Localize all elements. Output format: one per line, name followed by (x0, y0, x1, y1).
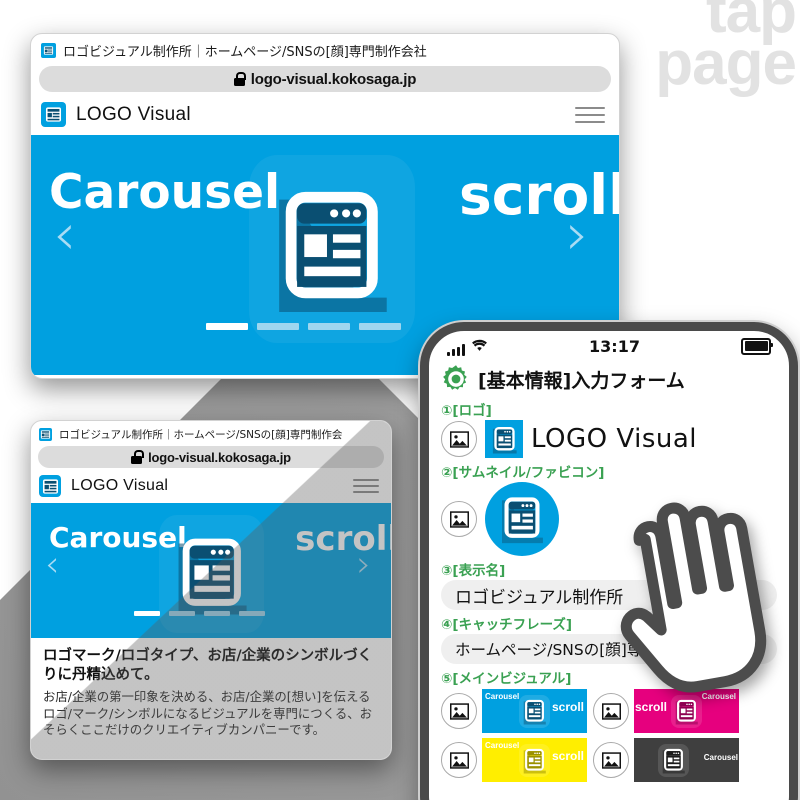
carousel-word-right: scroll (295, 519, 391, 559)
carousel-next-arrow[interactable]: › (357, 547, 371, 583)
site-header-bottom: LOGO Visual (31, 472, 391, 503)
image-picker-icon[interactable] (441, 742, 477, 778)
field-display-name: ③[表示名] ロゴビジュアル制作所 (429, 557, 789, 611)
site-header-top: LOGO Visual (31, 97, 619, 135)
field-catchphrase: ④[キャッチフレーズ] ホームページ/SNSの[顔]専門制作会社 (429, 611, 789, 665)
main-visual-thumbnail-grid: Carousel scroll Carousel scroll Carousel… (429, 689, 789, 782)
phone-mockup: 13:17 [基本情報]入力フォーム ①[ロゴ] LOGO Visual ②[サ… (420, 322, 798, 800)
browser-tab-bottom[interactable]: ロゴビジュアル制作所｜ホームページ/SNSの[顔]専門制作会 (31, 421, 391, 445)
site-logo-icon (39, 475, 61, 497)
thumb-icon (658, 743, 689, 777)
thumbnail-dark[interactable]: Carousel (634, 738, 739, 782)
carousel-hero-bottom: Carousel scroll ‹ › (31, 503, 391, 638)
thumb-word-left: scroll (635, 700, 668, 714)
browser-tab-top[interactable]: ロゴビジュアル制作所｜ホームページ/SNSの[顔]専門制作会社 (31, 34, 619, 64)
lock-icon (131, 450, 144, 464)
url-bar-bottom[interactable]: logo-visual.kokosaga.jp (38, 446, 384, 468)
carousel-prev-arrow[interactable]: ‹ (45, 547, 59, 583)
hamburger-menu-icon[interactable] (575, 106, 605, 123)
site-brand[interactable]: LOGO Visual (39, 475, 168, 497)
article-body: お店/企業の第一印象を決める、お店/企業の[想い]を伝えるロゴ/マーク/シンボル… (43, 689, 373, 738)
site-logo-icon (41, 102, 66, 127)
field-favicon-label: ②[サムネイル/ファビコン] (441, 465, 605, 481)
wifi-icon (471, 337, 488, 356)
thumb-icon (519, 743, 550, 777)
catchphrase-input[interactable]: ホームページ/SNSの[顔]専門制作会社 (441, 634, 777, 664)
display-name-input[interactable]: ロゴビジュアル制作所 (441, 580, 777, 610)
image-picker-icon[interactable] (441, 501, 477, 537)
thumbnail-yellow[interactable]: Carousel scroll (482, 738, 587, 782)
form-title: [基本情報]入力フォーム (478, 369, 685, 392)
thumb-icon (519, 694, 550, 728)
browser-tab-title: ロゴビジュアル制作所｜ホームページ/SNSの[顔]専門制作会社 (63, 45, 427, 60)
thumbnail-cell: Carousel scroll (441, 738, 587, 782)
thumb-word-right: scroll (551, 700, 584, 714)
image-picker-icon[interactable] (593, 742, 629, 778)
article-heading: ロゴマーク/ロゴタイプ、お店/企業のシンボルづくりに丹精込めて。 (43, 648, 373, 683)
watermark-line-1: tap (706, 0, 797, 46)
url-text: logo-visual.kokosaga.jp (250, 70, 417, 88)
image-picker-icon[interactable] (593, 693, 629, 729)
lock-icon (233, 72, 247, 86)
carousel-next-arrow[interactable]: › (566, 205, 589, 263)
thumbnail-cell: Carousel (593, 738, 739, 782)
thumb-word-right: Carousel (701, 692, 736, 701)
article-section: ロゴマーク/ロゴタイプ、お店/企業のシンボルづくりに丹精込めて。 お店/企業の第… (31, 638, 391, 751)
favicon-thumbnail[interactable] (485, 482, 559, 556)
thumb-word-left: Carousel (485, 692, 520, 701)
phone-status-bar: 13:17 (429, 331, 789, 361)
screenshot-stage: tap page ロゴビジュアル制作所｜ホームページ/SNSの[顔]専門制作会社… (0, 0, 800, 800)
site-brand-name: LOGO Visual (76, 103, 191, 125)
thumb-word-left: Carousel (485, 741, 520, 750)
thumb-word-right: scroll (551, 749, 584, 763)
carousel-word-left: Carousel (49, 165, 281, 220)
field-logo-label: ①[ロゴ] (441, 403, 492, 419)
carousel-slide-icon (249, 155, 415, 343)
watermark-text: tap page (655, 0, 797, 95)
url-text: logo-visual.kokosaga.jp (148, 449, 291, 465)
field-main-visual: ⑤[メインビジュアル] (429, 665, 789, 689)
image-picker-icon[interactable] (441, 421, 477, 457)
favicon-icon (39, 428, 52, 441)
thumb-word-right: Carousel (703, 753, 738, 762)
hamburger-menu-icon[interactable] (353, 479, 379, 493)
gear-icon (441, 364, 471, 394)
url-bar-top[interactable]: logo-visual.kokosaga.jp (39, 66, 611, 92)
watermark-line-2: page (655, 29, 797, 99)
thumbnail-magenta[interactable]: Carousel scroll (634, 689, 739, 733)
logo-name-value: LOGO Visual (531, 424, 698, 454)
site-brand-name: LOGO Visual (71, 477, 169, 494)
carousel-indicators[interactable] (206, 323, 401, 330)
field-catchphrase-label: ④[キャッチフレーズ] (441, 617, 573, 633)
thumbnail-cell: Carousel scroll (441, 689, 587, 733)
carousel-indicators[interactable] (134, 611, 265, 616)
browser-window-bottom: ロゴビジュアル制作所｜ホームページ/SNSの[顔]専門制作会 logo-visu… (30, 420, 392, 760)
battery-icon (741, 337, 773, 355)
thumbnail-cyan[interactable]: Carousel scroll (482, 689, 587, 733)
field-favicon: ②[サムネイル/ファビコン] (429, 459, 789, 557)
logo-thumbnail[interactable] (485, 420, 523, 458)
image-picker-icon[interactable] (441, 693, 477, 729)
carousel-prev-arrow[interactable]: ‹ (53, 205, 76, 263)
status-left (447, 337, 488, 356)
field-display-name-label: ③[表示名] (441, 563, 506, 579)
carousel-word-right: scroll (459, 163, 619, 227)
thumb-icon (671, 694, 702, 728)
thumbnail-cell: Carousel scroll (593, 689, 739, 733)
form-header: [基本情報]入力フォーム (429, 361, 789, 397)
signal-bars-icon (447, 343, 465, 356)
favicon-icon (41, 43, 56, 58)
field-main-visual-label: ⑤[メインビジュアル] (441, 671, 572, 687)
browser-tab-title: ロゴビジュアル制作所｜ホームページ/SNSの[顔]専門制作会 (59, 429, 343, 441)
status-time: 13:17 (589, 336, 640, 356)
field-logo: ①[ロゴ] LOGO Visual (429, 397, 789, 459)
site-brand[interactable]: LOGO Visual (41, 102, 191, 127)
